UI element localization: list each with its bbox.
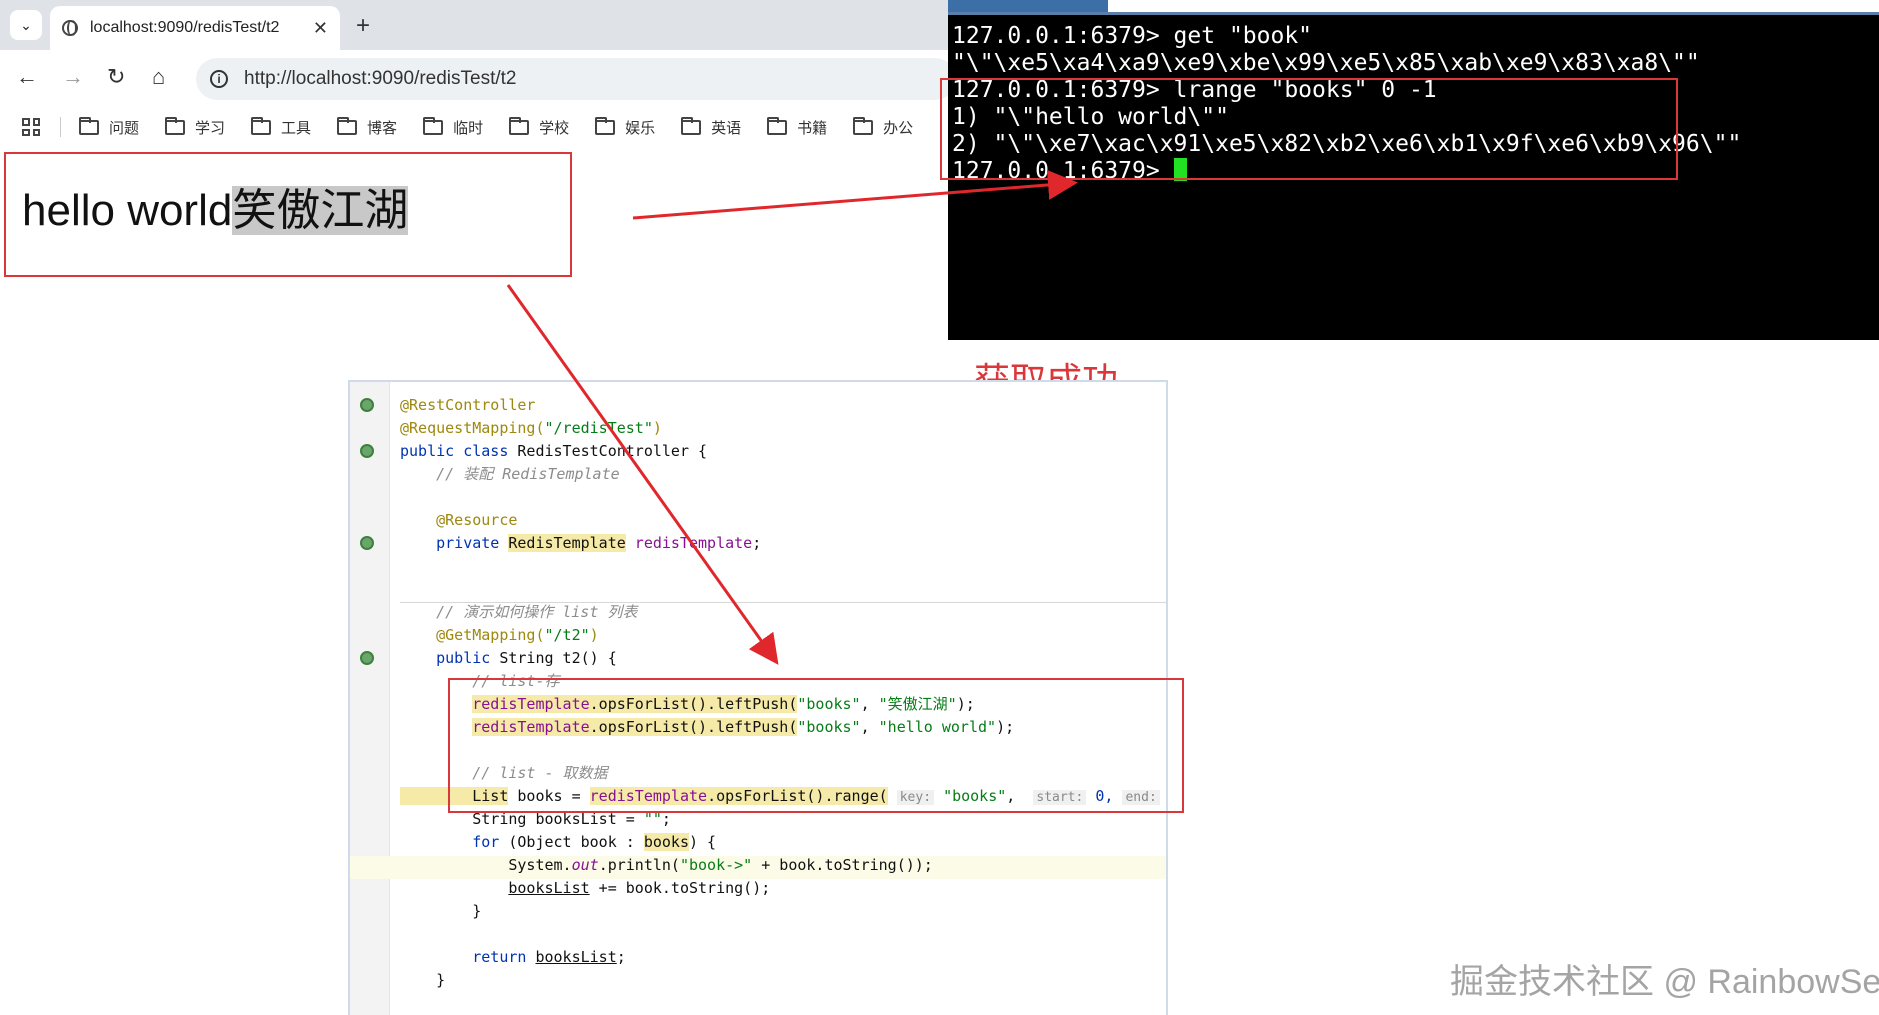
arrow-to-code — [506, 284, 779, 665]
annotation-arrows — [506, 169, 1078, 665]
watermark: 掘金技术社区 @ RainbowSea — [1450, 963, 1879, 1001]
arrow-to-terminal — [632, 169, 1078, 220]
